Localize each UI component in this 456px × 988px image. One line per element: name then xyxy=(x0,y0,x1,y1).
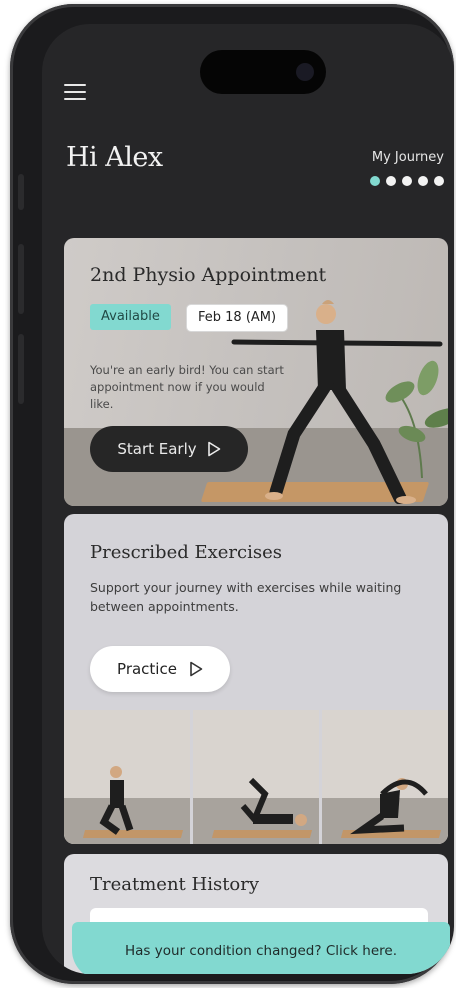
my-journey-label[interactable]: My Journey xyxy=(372,150,444,165)
date-badge: Feb 18 (AM) xyxy=(186,304,289,332)
prescribed-exercises-card: Prescribed Exercises Support your journe… xyxy=(64,514,448,844)
journey-step-dot xyxy=(418,176,428,186)
available-badge: Available xyxy=(90,304,171,330)
journey-progress-dots xyxy=(370,176,444,186)
journey-step-dot xyxy=(402,176,412,186)
exercise-thumbnails xyxy=(64,710,448,844)
play-icon xyxy=(190,661,203,677)
start-early-button[interactable]: Start Early xyxy=(90,426,248,472)
exercise-thumbnail-lying[interactable] xyxy=(193,710,319,844)
exercise-thumbnail-side-stretch[interactable] xyxy=(322,710,448,844)
practice-label: Practice xyxy=(117,660,177,678)
condition-changed-banner[interactable]: Has your condition changed? Click here. xyxy=(72,922,450,974)
practice-button[interactable]: Practice xyxy=(90,646,230,692)
exercises-title: Prescribed Exercises xyxy=(90,542,282,563)
play-icon xyxy=(207,441,220,457)
exercise-thumbnail-kneeling[interactable] xyxy=(64,710,190,844)
app-screen: Hi Alex My Journey 2nd Physio Appointmen… xyxy=(42,24,454,974)
start-early-label: Start Early xyxy=(117,440,197,458)
appointment-description: You're an early bird! You can start appo… xyxy=(90,363,284,411)
volume-down-button xyxy=(18,334,24,404)
journey-step-dot xyxy=(386,176,396,186)
appointment-title: 2nd Physio Appointment xyxy=(90,264,327,286)
phone-frame: Hi Alex My Journey 2nd Physio Appointmen… xyxy=(10,4,454,984)
treatment-history-title: Treatment History xyxy=(90,874,260,895)
appointment-card[interactable]: 2nd Physio Appointment Available Feb 18 … xyxy=(64,238,448,506)
side-button xyxy=(18,174,24,210)
greeting-title: Hi Alex xyxy=(66,142,163,173)
volume-up-button xyxy=(18,244,24,314)
journey-step-dot xyxy=(434,176,444,186)
exercises-description: Support your journey with exercises whil… xyxy=(90,580,402,614)
journey-step-dot xyxy=(370,176,380,186)
hamburger-menu-icon[interactable] xyxy=(64,84,86,102)
dynamic-island xyxy=(200,50,326,94)
